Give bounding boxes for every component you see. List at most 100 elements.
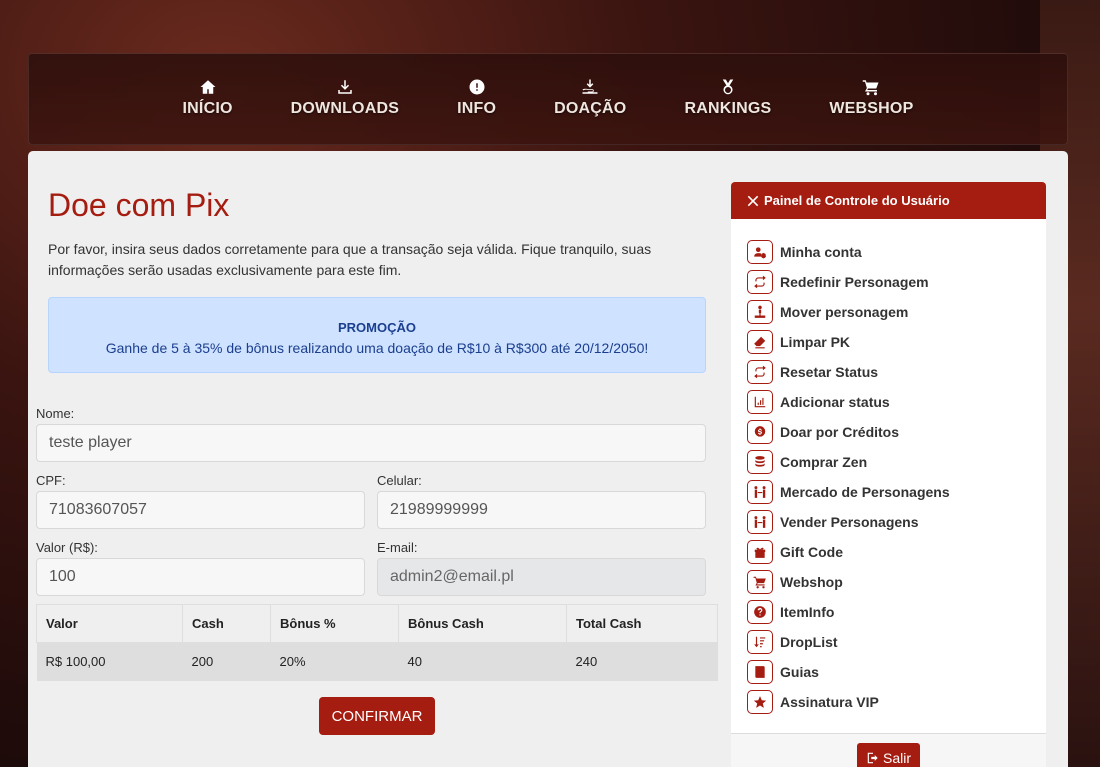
menu-item-label: Doar por Créditos <box>780 424 900 440</box>
donation-icon <box>582 79 598 94</box>
coin-icon <box>747 420 773 444</box>
table-cell: 20% <box>270 642 399 681</box>
nav-label: DOWNLOADS <box>290 100 400 117</box>
cpf-input[interactable]: 71083607057 <box>36 491 365 529</box>
menu-item-droplist[interactable]: DropList <box>747 627 1046 657</box>
panel-menu: Minha conta Redefinir Personagem Mover p… <box>731 219 1046 717</box>
tools-icon <box>747 195 759 206</box>
gift-icon <box>747 540 773 564</box>
nav-rankings[interactable]: RANKINGS <box>684 54 771 118</box>
promo-alert: PROMOÇÃO Ganhe de 5 à 35% de bônus reali… <box>48 297 706 373</box>
table-row: R$ 100,00 200 20% 40 240 <box>36 642 718 681</box>
user-control-panel: Painel de Controle do Usuário Minha cont… <box>731 182 1046 767</box>
page-description: Por favor, insira seus dados corretament… <box>48 241 652 278</box>
menu-item-resetar-status[interactable]: Resetar Status <box>747 357 1046 387</box>
celular-label: Celular: <box>377 473 422 488</box>
medal-icon <box>722 79 734 95</box>
menu-item-label: Comprar Zen <box>780 454 868 470</box>
valor-label: Valor (R$): <box>36 540 98 555</box>
menu-item-label: Guias <box>780 664 819 680</box>
table-cell: 40 <box>398 642 567 681</box>
rotate-icon <box>747 360 773 384</box>
sign-out-icon <box>867 752 878 764</box>
menu-item-label: DropList <box>780 634 838 650</box>
confirm-button[interactable]: CONFIRMAR <box>319 697 435 735</box>
table-cell: 240 <box>566 642 718 681</box>
table-header: Bônus % <box>270 604 399 643</box>
table-header: Valor <box>36 604 183 643</box>
logout-label: Salir <box>882 750 911 766</box>
sell-icon <box>747 510 773 534</box>
panel-title: Painel de Controle do Usuário <box>764 193 950 208</box>
menu-item-minha-conta[interactable]: Minha conta <box>747 237 1046 267</box>
trade-icon <box>747 480 773 504</box>
menu-item-mercado-personagens[interactable]: Mercado de Personagens <box>747 477 1046 507</box>
menu-item-label: Mercado de Personagens <box>780 484 950 500</box>
panel-header: Painel de Controle do Usuário <box>731 182 1046 219</box>
menu-item-guias[interactable]: Guias <box>747 657 1046 687</box>
menu-item-comprar-zen[interactable]: Comprar Zen <box>747 447 1046 477</box>
menu-item-label: Mover personagem <box>780 304 909 320</box>
content-container: Doe com Pix Por favor, insira seus dados… <box>28 151 1068 767</box>
email-input: admin2@email.pl <box>377 558 706 596</box>
donation-summary-table: Valor Cash Bônus % Bônus Cash Total Cash… <box>36 604 718 681</box>
nav-label: WEBSHOP <box>829 100 914 117</box>
menu-item-gift-code[interactable]: Gift Code <box>747 537 1046 567</box>
nav-doacao[interactable]: DOAÇÃO <box>554 54 626 118</box>
page-title: Doe com Pix <box>48 187 230 223</box>
nome-label: Nome: <box>36 406 75 421</box>
valor-input[interactable]: 100 <box>36 558 365 596</box>
user-gear-icon <box>747 240 773 264</box>
question-icon <box>747 600 773 624</box>
repeat-icon <box>747 270 773 294</box>
panel-footer: Salir <box>731 733 1046 767</box>
cart-icon <box>863 80 879 96</box>
table-cell: 200 <box>182 642 271 681</box>
home-icon <box>200 80 216 94</box>
menu-item-limpar-pk[interactable]: Limpar PK <box>747 327 1046 357</box>
move-icon <box>747 300 773 324</box>
eraser-icon <box>747 330 773 354</box>
nome-input[interactable]: teste player <box>36 424 706 462</box>
menu-item-label: Assinatura VIP <box>780 694 879 710</box>
promo-text: Ganhe de 5 à 35% de bônus realizando uma… <box>105 340 649 356</box>
nav-label: DOAÇÃO <box>554 100 627 117</box>
book-icon <box>747 660 773 684</box>
nav-info[interactable]: INFO <box>457 54 496 118</box>
main-navbar: INÍCIO DOWNLOADS INFO DOAÇÃO RANKINGS WE… <box>28 53 1068 145</box>
download-icon <box>338 80 352 94</box>
nav-label: INFO <box>457 100 497 117</box>
menu-item-doar-creditos[interactable]: Doar por Créditos <box>747 417 1046 447</box>
table-header-row: Valor Cash Bônus % Bônus Cash Total Cash <box>36 604 718 643</box>
nav-label: INÍCIO <box>182 100 233 117</box>
menu-item-iteminfo[interactable]: ItemInfo <box>747 597 1046 627</box>
nav-downloads[interactable]: DOWNLOADS <box>291 54 399 118</box>
menu-item-vender-personagens[interactable]: Vender Personagens <box>747 507 1046 537</box>
menu-item-assinatura-vip[interactable]: Assinatura VIP <box>747 687 1046 717</box>
table-header: Cash <box>182 604 271 643</box>
menu-item-label: Vender Personagens <box>780 514 919 530</box>
star-icon <box>747 690 773 714</box>
menu-item-mover-personagem[interactable]: Mover personagem <box>747 297 1046 327</box>
menu-item-label: Minha conta <box>780 244 862 260</box>
table-header: Bônus Cash <box>398 604 567 643</box>
menu-item-label: Webshop <box>780 574 843 590</box>
menu-item-webshop[interactable]: Webshop <box>747 567 1046 597</box>
nav-inicio[interactable]: INÍCIO <box>183 54 233 118</box>
nav-label: RANKINGS <box>684 100 772 117</box>
menu-item-label: Adicionar status <box>780 394 890 410</box>
nav-webshop[interactable]: WEBSHOP <box>829 54 913 118</box>
celular-input[interactable]: 21989999999 <box>377 491 706 529</box>
cpf-label: CPF: <box>36 473 66 488</box>
menu-item-redefinir-personagem[interactable]: Redefinir Personagem <box>747 267 1046 297</box>
info-icon <box>469 79 485 95</box>
menu-item-label: ItemInfo <box>780 604 835 620</box>
promo-title: PROMOÇÃO <box>338 320 416 335</box>
cart-icon <box>747 570 773 594</box>
logout-button[interactable]: Salir <box>857 743 920 767</box>
menu-item-adicionar-status[interactable]: Adicionar status <box>747 387 1046 417</box>
table-header: Total Cash <box>566 604 718 643</box>
email-label: E-mail: <box>377 540 418 555</box>
menu-item-label: Gift Code <box>780 544 843 560</box>
menu-item-label: Resetar Status <box>780 364 879 380</box>
